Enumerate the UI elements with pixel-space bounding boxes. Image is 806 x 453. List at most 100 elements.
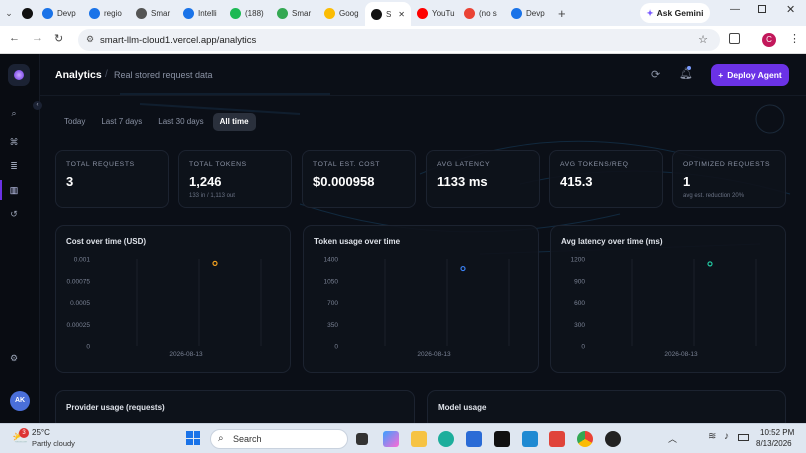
- logo-icon: [14, 70, 24, 80]
- analytics-page: ⌕ ‹ ⌘ ≣ ▥ ↺ ⚙ AK Analytics / Real stored…: [0, 54, 806, 423]
- battery-icon[interactable]: [738, 434, 749, 441]
- browser-tab[interactable]: (188): [224, 2, 271, 24]
- stat-card: TOTAL REQUESTS 3: [55, 150, 169, 208]
- bookmark-star-icon[interactable]: ☆: [698, 33, 708, 46]
- tab-label: Intelli: [198, 8, 217, 18]
- taskbar-search-icon: ⌕: [218, 433, 224, 444]
- notifications-bell-icon[interactable]: 🔔︎: [679, 67, 693, 80]
- tab-search-icon[interactable]: ⌄: [0, 8, 18, 19]
- reload-icon[interactable]: ↻: [54, 32, 63, 45]
- x-tick-label: 2026-08-13: [417, 351, 451, 358]
- stat-card: AVG TOKENS/REQ 415.3: [549, 150, 663, 208]
- show-hidden-icons[interactable]: ︿: [668, 432, 677, 445]
- github-tab-icon[interactable]: [18, 7, 36, 19]
- stat-value: $0.000958: [313, 174, 375, 189]
- browser-tab[interactable]: Smar: [130, 2, 177, 24]
- browser-tab[interactable]: YouTu: [411, 2, 458, 24]
- stat-card: OPTIMIZED REQUESTS 1 avg est. reduction 20…: [672, 150, 786, 208]
- minimize-icon[interactable]: —: [730, 4, 740, 15]
- taskbar-search[interactable]: ⌕ Search: [210, 429, 348, 449]
- data-point[interactable]: [212, 260, 218, 266]
- close-tab-icon[interactable]: ✕: [398, 10, 405, 19]
- history-icon[interactable]: ↺: [7, 208, 21, 220]
- media-player-icon[interactable]: [605, 431, 621, 447]
- data-point[interactable]: [460, 265, 466, 272]
- browser-tab[interactable]: Goog: [318, 2, 365, 24]
- new-tab-button[interactable]: +: [558, 6, 566, 21]
- deploy-agent-button[interactable]: + Deploy Agent: [711, 64, 789, 86]
- taskbar-search-label: Search: [233, 434, 262, 444]
- range-option[interactable]: Today: [57, 113, 92, 131]
- model-usage-card: Model usage: [427, 390, 786, 423]
- url-input[interactable]: ⚙ smart-llm-cloud1.vercel.app/analytics …: [78, 29, 720, 51]
- stat-label: TOTAL EST. COST: [313, 161, 381, 168]
- tab-favicon-icon: [230, 7, 241, 19]
- breadcrumb-separator: /: [105, 69, 108, 80]
- refresh-icon[interactable]: ⟳: [651, 68, 660, 81]
- close-window-icon[interactable]: ✕: [786, 3, 795, 16]
- terminal-icon[interactable]: [494, 431, 510, 447]
- search-icon[interactable]: ⌕: [7, 107, 21, 119]
- tab-label: Devp: [526, 8, 545, 18]
- chart-svg: 1200 900 600 300 0 2026-08-13: [571, 257, 757, 358]
- windows-start-icon[interactable]: [186, 431, 200, 445]
- stat-value: 415.3: [560, 174, 593, 189]
- network-icon[interactable]: ≋: [708, 431, 716, 442]
- browser-tab[interactable]: (no s: [458, 2, 505, 24]
- stat-value: 1133 ms: [437, 174, 488, 189]
- clock-time[interactable]: 10:52 PM: [760, 428, 794, 437]
- data-icon[interactable]: ≣: [7, 160, 21, 172]
- site-info-icon[interactable]: ⚙: [86, 34, 94, 45]
- store-icon[interactable]: [466, 431, 482, 447]
- page-title: Analytics: [55, 69, 102, 81]
- weather-desc: Partly cloudy: [32, 439, 75, 448]
- chrome-icon[interactable]: [577, 431, 593, 447]
- data-point[interactable]: [707, 261, 713, 267]
- browser-tab[interactable]: Devp: [36, 2, 83, 24]
- y-tick-label: 0.00075: [67, 278, 91, 285]
- page-subtitle: Real stored request data: [114, 70, 213, 80]
- forward-icon[interactable]: →: [32, 32, 43, 44]
- y-tick-label: 0: [581, 344, 585, 351]
- vscode-icon[interactable]: [522, 431, 538, 447]
- page-header: Analytics / Real stored request data ⟳ 🔔…: [40, 54, 806, 96]
- extensions-icon[interactable]: [729, 33, 740, 44]
- tab-label: S: [386, 9, 392, 19]
- browser-menu-icon[interactable]: ⋮: [789, 32, 800, 45]
- ask-gemini-button[interactable]: ✦ Ask Gemini: [640, 3, 710, 23]
- browser-tab[interactable]: Devp: [505, 2, 552, 24]
- browser-tab[interactable]: Smar: [271, 2, 318, 24]
- volume-icon[interactable]: ♪: [724, 431, 729, 442]
- y-tick-label: 0.001: [74, 257, 91, 264]
- app-logo[interactable]: [8, 64, 30, 86]
- copilot-icon[interactable]: [383, 431, 399, 447]
- url-text: smart-llm-cloud1.vercel.app/analytics: [100, 34, 257, 46]
- back-icon[interactable]: ←: [9, 32, 20, 44]
- range-option[interactable]: Last 7 days: [94, 113, 149, 131]
- edge-icon[interactable]: [438, 431, 454, 447]
- tab-label: regio: [104, 8, 122, 18]
- active-indicator: [0, 180, 2, 200]
- tab-favicon-icon: [277, 7, 288, 19]
- analytics-icon[interactable]: ▥: [7, 184, 21, 196]
- tab-label: YouTu: [432, 8, 455, 18]
- chart-card: 1200 900 600 300 0 2026-08-13 Avg latency over…: [550, 225, 786, 373]
- browser-tab[interactable]: S ✕: [365, 2, 411, 26]
- browser-tab[interactable]: Intelli: [177, 2, 224, 24]
- range-option[interactable]: Last 30 days: [151, 113, 210, 131]
- file-explorer-icon[interactable]: [411, 431, 427, 447]
- app-red-icon[interactable]: [549, 431, 565, 447]
- settings-icon[interactable]: ⚙: [7, 352, 21, 364]
- range-option[interactable]: All time: [212, 113, 256, 131]
- weather-temp: 25°C: [32, 428, 50, 437]
- tab-favicon-icon: [417, 7, 428, 19]
- y-tick-label: 0: [86, 344, 90, 351]
- maximize-icon[interactable]: [758, 5, 766, 13]
- clock-date[interactable]: 8/13/2026: [756, 439, 792, 448]
- agents-icon[interactable]: ⌘: [7, 136, 21, 148]
- profile-avatar[interactable]: C: [762, 33, 776, 47]
- browser-tab[interactable]: regio: [83, 2, 130, 24]
- user-avatar[interactable]: AK: [10, 391, 30, 411]
- task-view-icon[interactable]: [356, 433, 368, 445]
- collapse-sidebar-icon[interactable]: ‹: [33, 101, 42, 110]
